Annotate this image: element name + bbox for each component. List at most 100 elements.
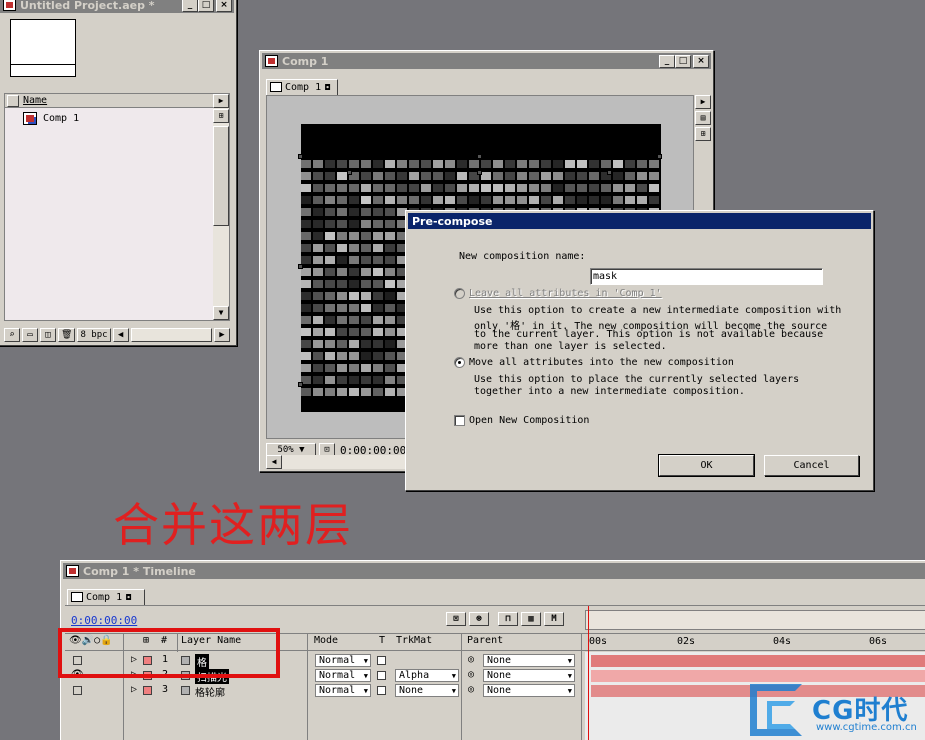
current-time-indicator[interactable] bbox=[588, 606, 589, 740]
layer-name[interactable]: 格轮廓 bbox=[195, 684, 225, 699]
trkmat-select[interactable]: Alpha bbox=[395, 669, 459, 682]
mosaic-tile bbox=[337, 376, 347, 384]
pick-whip-icon[interactable]: ◎ bbox=[468, 684, 474, 695]
trash-icon[interactable]: 🗑 bbox=[58, 328, 76, 342]
project-hscroll[interactable] bbox=[130, 328, 212, 342]
mosaic-tile bbox=[301, 244, 311, 252]
trkmat-select[interactable]: None bbox=[395, 684, 459, 697]
minimize-button[interactable]: _ bbox=[182, 0, 198, 12]
leave-attributes-desc-3: to the current layer. This option is not… bbox=[474, 329, 824, 340]
selection-handle[interactable] bbox=[657, 154, 662, 159]
time-navigator[interactable] bbox=[585, 610, 925, 630]
video-switch[interactable] bbox=[73, 686, 82, 695]
precompose-titlebar[interactable]: Pre-compose bbox=[408, 213, 871, 229]
expand-arrow-icon[interactable]: ▷ bbox=[131, 684, 137, 695]
mosaic-tile bbox=[397, 184, 407, 192]
name-column-header[interactable]: Name bbox=[23, 95, 47, 106]
mosaic-tile bbox=[337, 364, 347, 372]
mosaic-tile bbox=[397, 196, 407, 204]
timeline-titlebar[interactable]: Comp 1 * Timeline bbox=[63, 563, 925, 579]
mosaic-tile bbox=[313, 160, 323, 168]
find-icon[interactable]: ⌕ bbox=[4, 328, 20, 342]
project-item[interactable]: Comp 1 bbox=[5, 110, 213, 126]
mosaic-tile bbox=[385, 232, 395, 240]
mode-select[interactable]: Normal bbox=[315, 684, 371, 697]
live-update-icon[interactable]: ⊛ bbox=[469, 612, 489, 626]
maximize-button[interactable]: □ bbox=[675, 55, 691, 68]
mosaic-tile bbox=[409, 184, 419, 192]
mosaic-tile bbox=[325, 160, 335, 168]
time-ruler[interactable]: 00s 02s 04s 06s bbox=[585, 634, 925, 652]
mosaic-tile bbox=[493, 196, 503, 204]
scroll-right-icon[interactable]: ▶ bbox=[214, 328, 230, 342]
ruler-tick-2: 02s bbox=[677, 636, 696, 647]
mosaic-tile bbox=[337, 232, 347, 240]
scroll-up-icon[interactable]: ▶ bbox=[213, 94, 229, 108]
selection-handle[interactable] bbox=[607, 170, 612, 175]
comp-titlebar[interactable]: Comp 1 _ □ × bbox=[262, 53, 711, 69]
mosaic-tile bbox=[313, 376, 323, 384]
bit-depth-button[interactable]: 8 bpc bbox=[77, 328, 111, 342]
maximize-button[interactable]: □ bbox=[198, 0, 214, 12]
flowchart-icon[interactable]: ⊞ bbox=[695, 127, 711, 141]
new-folder-icon[interactable]: ▭ bbox=[22, 328, 38, 342]
layer-duration-bar[interactable] bbox=[591, 655, 925, 667]
mosaic-tile bbox=[301, 172, 311, 180]
mosaic-tile bbox=[385, 256, 395, 264]
scroll-left-icon[interactable]: ◀ bbox=[112, 328, 129, 342]
parent-select[interactable]: None bbox=[483, 654, 575, 667]
mosaic-tile bbox=[301, 196, 311, 204]
close-button[interactable]: × bbox=[216, 0, 232, 12]
project-scrollbar[interactable]: ▶ ⊞ ▼ bbox=[213, 94, 229, 320]
selection-handle[interactable] bbox=[347, 170, 352, 175]
mosaic-tile bbox=[313, 352, 323, 360]
scroll-left-icon[interactable]: ◀ bbox=[266, 455, 282, 469]
preserve-transparency-toggle[interactable] bbox=[377, 656, 386, 665]
tab-menu-icon[interactable]: ◘ bbox=[325, 83, 330, 92]
selection-handle[interactable] bbox=[298, 154, 303, 159]
current-time[interactable]: 0:00:00:00 bbox=[71, 614, 137, 627]
parent-select[interactable]: None bbox=[483, 684, 575, 697]
tab-comp-1[interactable]: Comp 1 ◘ bbox=[266, 79, 338, 95]
project-item-list[interactable]: Name Comp 1 ▶ ⊞ ▼ bbox=[4, 93, 230, 321]
panel-menu-icon[interactable]: ▶ bbox=[695, 95, 711, 109]
ok-button[interactable]: OK bbox=[658, 454, 755, 477]
preserve-transparency-toggle[interactable] bbox=[377, 671, 386, 680]
comp-marker-icon[interactable]: ⊠ bbox=[446, 612, 466, 626]
viewer-options-icon[interactable]: ▤ bbox=[695, 111, 711, 125]
mosaic-tile bbox=[397, 172, 407, 180]
draft-3d-icon[interactable]: ⊓ bbox=[498, 612, 518, 626]
move-attributes-radio[interactable] bbox=[454, 357, 465, 368]
selection-handle[interactable] bbox=[298, 382, 303, 387]
composition-name-input[interactable]: mask bbox=[590, 268, 823, 285]
minimize-button[interactable]: _ bbox=[659, 55, 675, 68]
selection-handle[interactable] bbox=[298, 264, 303, 269]
layer-duration-bar[interactable] bbox=[591, 670, 925, 682]
mosaic-tile bbox=[385, 364, 395, 372]
flowchart-icon[interactable]: ⊞ bbox=[213, 109, 229, 123]
selection-handle[interactable] bbox=[477, 154, 482, 159]
motion-blur-icon[interactable]: M bbox=[544, 612, 564, 626]
frame-blend-icon[interactable]: ▦ bbox=[521, 612, 541, 626]
mode-select[interactable]: Normal bbox=[315, 654, 371, 667]
parent-select[interactable]: None bbox=[483, 669, 575, 682]
mode-select[interactable]: Normal bbox=[315, 669, 371, 682]
cancel-button[interactable]: Cancel bbox=[764, 455, 859, 476]
preserve-transparency-toggle[interactable] bbox=[377, 686, 386, 695]
new-comp-icon[interactable]: ◫ bbox=[40, 328, 56, 342]
label-color[interactable] bbox=[143, 686, 152, 695]
tab-timeline-comp-1[interactable]: Comp 1 ◘ bbox=[67, 589, 145, 605]
pick-whip-icon[interactable]: ◎ bbox=[468, 654, 474, 665]
close-button[interactable]: × bbox=[693, 55, 709, 68]
scroll-down-icon[interactable]: ▼ bbox=[213, 306, 229, 320]
pick-whip-icon[interactable]: ◎ bbox=[468, 669, 474, 680]
mosaic-tile bbox=[553, 196, 563, 204]
selection-handle[interactable] bbox=[477, 170, 482, 175]
scroll-thumb[interactable] bbox=[213, 126, 229, 226]
tab-menu-icon[interactable]: ◘ bbox=[126, 593, 131, 602]
label-column-toggle[interactable] bbox=[7, 95, 19, 107]
leave-attributes-radio[interactable] bbox=[454, 288, 465, 299]
project-titlebar[interactable]: Untitled Project.aep * _ □ × bbox=[0, 0, 234, 13]
mosaic-tile bbox=[301, 352, 311, 360]
open-new-comp-checkbox[interactable] bbox=[454, 415, 465, 426]
